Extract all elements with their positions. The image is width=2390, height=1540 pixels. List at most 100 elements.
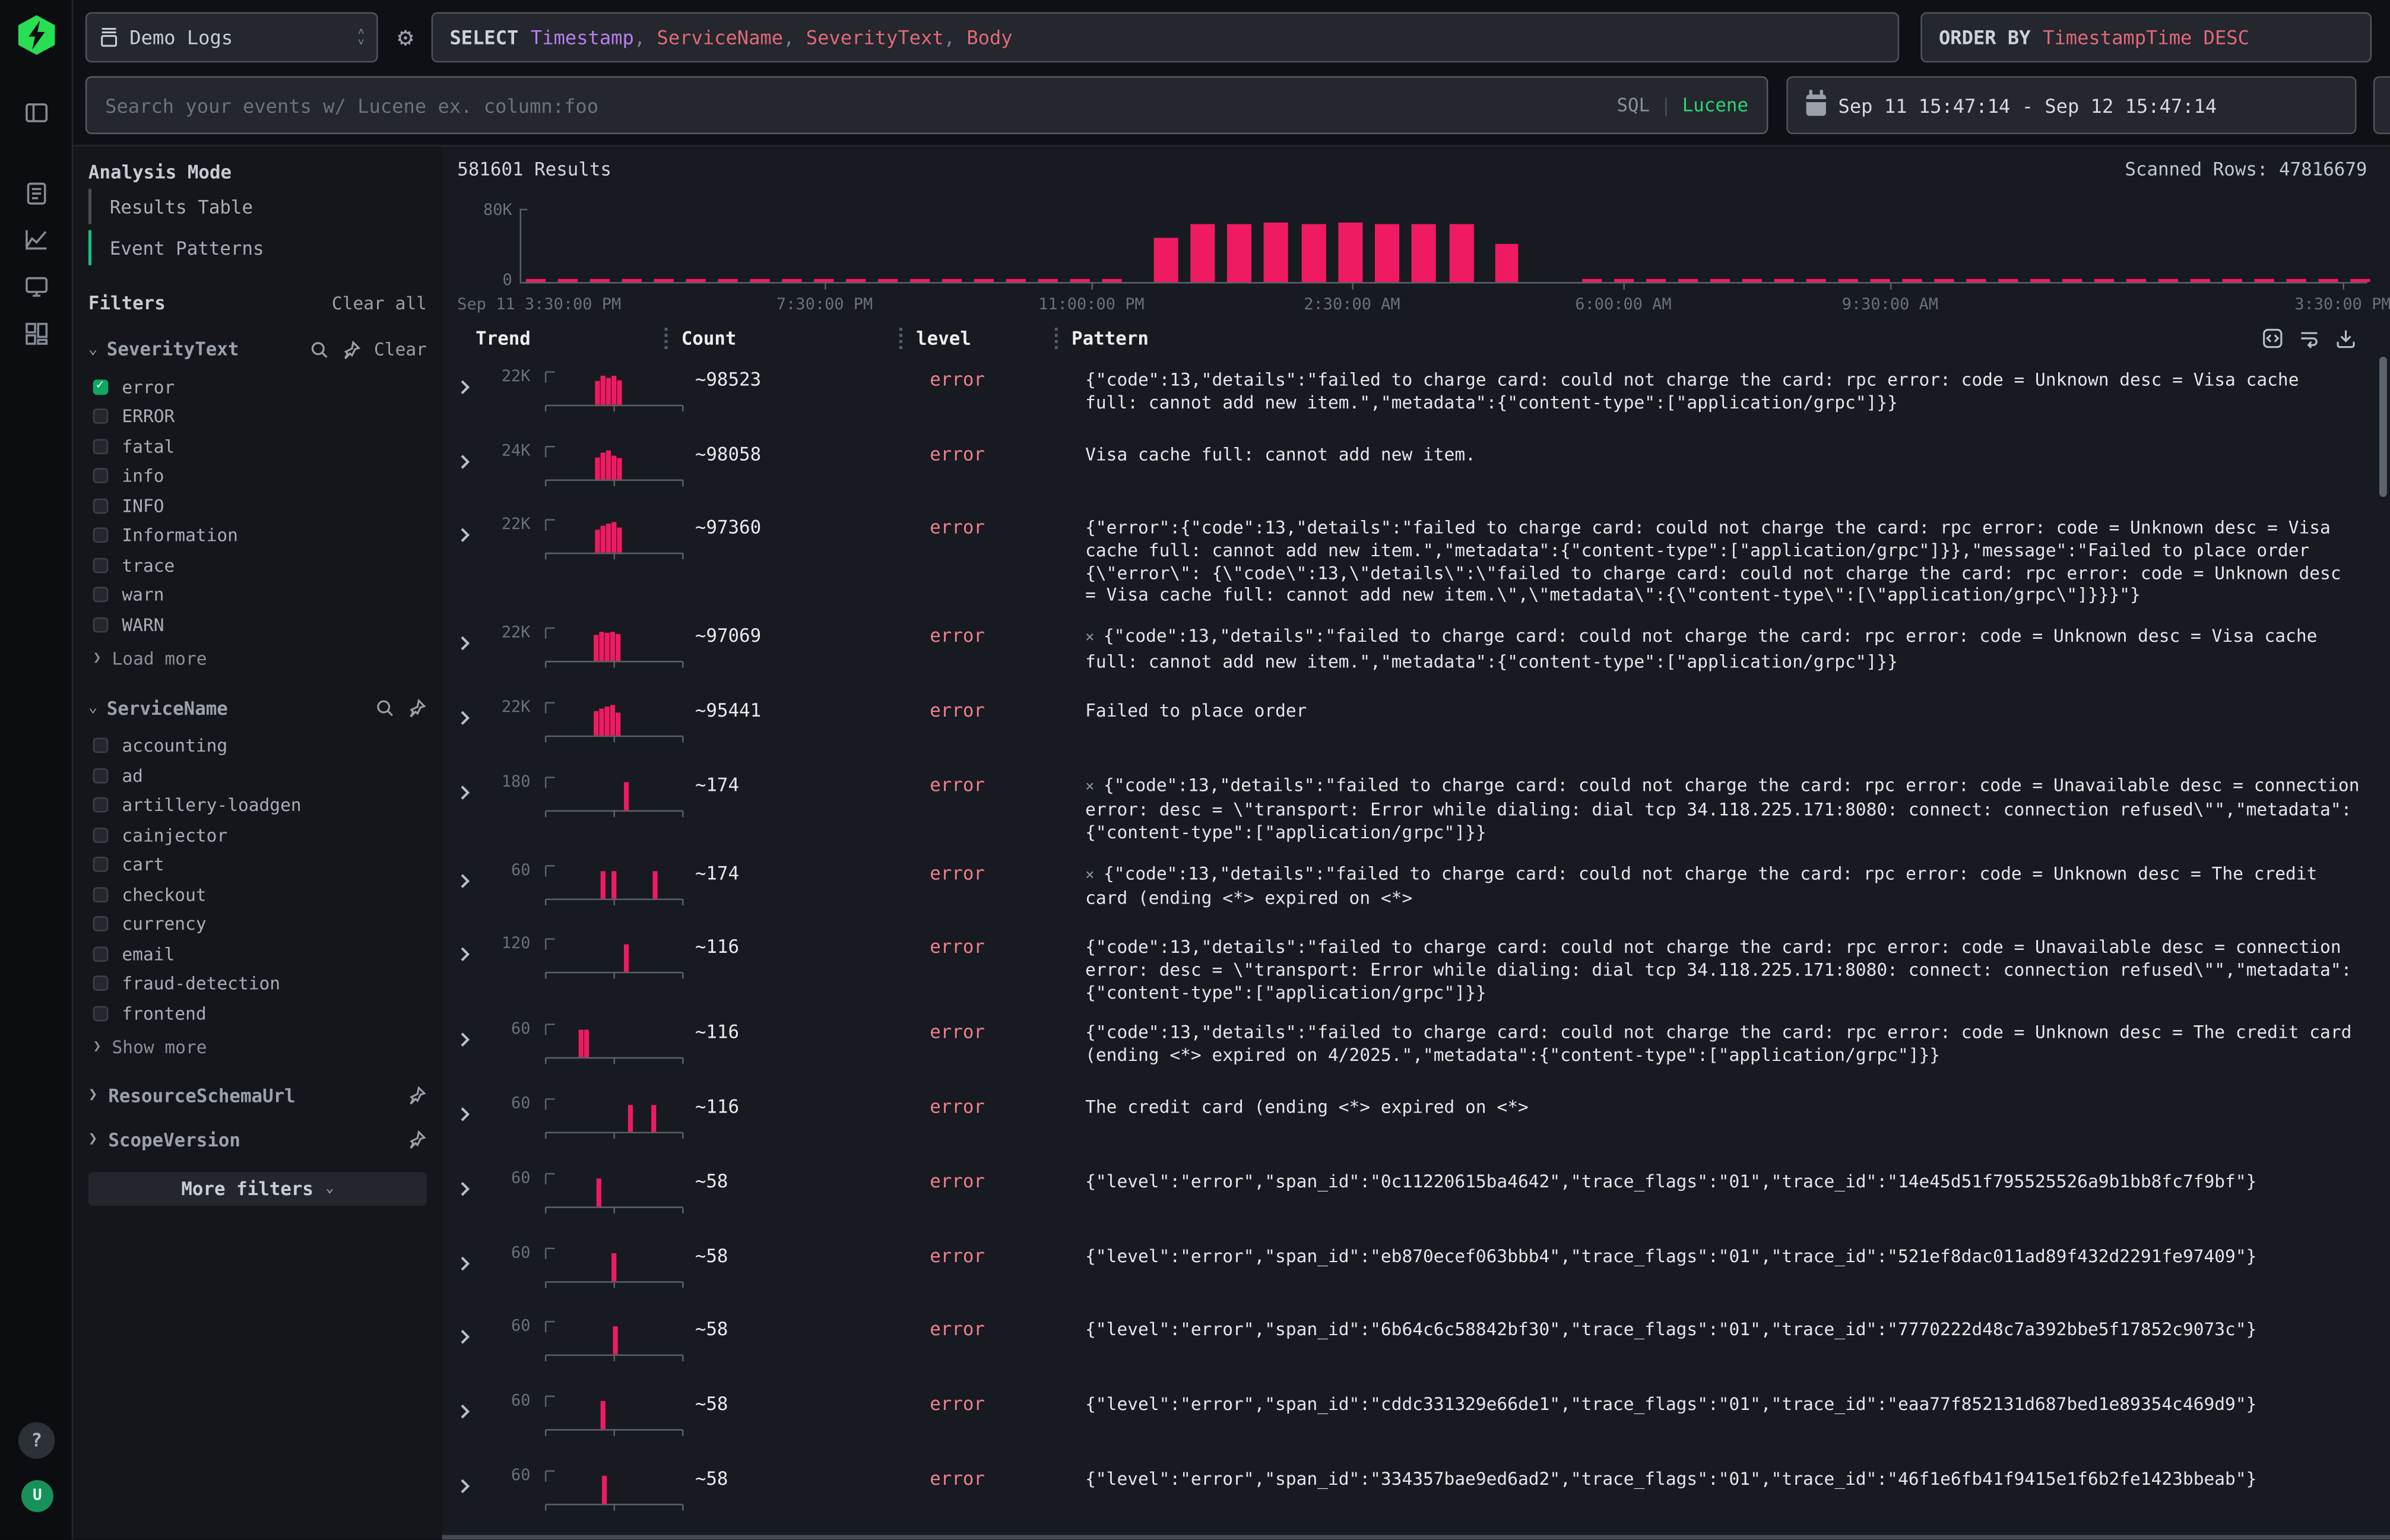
checkbox[interactable]: [93, 468, 109, 484]
checkbox[interactable]: [93, 409, 109, 424]
filter-option-email[interactable]: email: [88, 939, 427, 969]
checkbox-checked[interactable]: [93, 379, 109, 395]
table-row[interactable]: 60~58error{"level":"error","span_id":"eb…: [442, 1232, 2390, 1307]
load-more-button[interactable]: ❯Show more: [88, 1031, 427, 1061]
table-row[interactable]: 120~116error{"code":13,"details":"failed…: [442, 924, 2390, 1010]
filter-option-WARN[interactable]: WARN: [88, 610, 427, 639]
filter-option-fraud-detection[interactable]: fraud-detection: [88, 969, 427, 999]
table-row[interactable]: 22K~95441errorFailed to place order: [442, 687, 2390, 762]
checkbox[interactable]: [93, 976, 109, 991]
checkbox[interactable]: [93, 857, 109, 873]
clear-filter-button[interactable]: Clear: [374, 338, 427, 360]
source-select[interactable]: Demo Logs ˄˅: [85, 12, 378, 63]
monitor-icon[interactable]: [21, 271, 52, 302]
checkbox[interactable]: [93, 617, 109, 632]
filter-option-accounting[interactable]: accounting: [88, 731, 427, 761]
vertical-scrollbar[interactable]: [2379, 357, 2387, 497]
table-row[interactable]: 60~116error{"code":13,"details":"failed …: [442, 1010, 2390, 1084]
view-source-icon[interactable]: [2262, 328, 2283, 349]
row-expand-chevron[interactable]: [457, 628, 481, 657]
pin-icon[interactable]: [407, 698, 427, 718]
filter-option-error[interactable]: error: [88, 372, 427, 401]
orderby-input[interactable]: ORDER BY TimestampTime DESC: [1920, 12, 2372, 63]
help-button[interactable]: ?: [18, 1422, 55, 1459]
lucene-toggle[interactable]: Lucene: [1682, 94, 1748, 116]
checkbox[interactable]: [93, 587, 109, 603]
filter-option-ERROR[interactable]: ERROR: [88, 402, 427, 432]
download-icon[interactable]: [2335, 328, 2357, 349]
sidebar-panel-icon[interactable]: [21, 97, 52, 128]
table-row[interactable]: 22K~97069error×{"code":13,"details":"fai…: [442, 613, 2390, 687]
table-row[interactable]: 60~174error×{"code":13,"details":"failed…: [442, 850, 2390, 924]
filter-option-artillery-loadgen[interactable]: artillery-loadgen: [88, 790, 427, 820]
exclude-icon[interactable]: ×: [1085, 630, 1094, 647]
wrap-lines-icon[interactable]: [2299, 328, 2320, 349]
table-row[interactable]: 60~58error{"level":"error","span_id":"33…: [442, 1455, 2390, 1529]
checkbox[interactable]: [93, 738, 109, 753]
search-icon[interactable]: [310, 339, 329, 359]
checkbox[interactable]: [93, 557, 109, 573]
chart-icon[interactable]: [21, 224, 52, 254]
more-filters-button[interactable]: More filters⌄: [88, 1171, 427, 1205]
row-expand-chevron[interactable]: [457, 1396, 481, 1425]
table-row[interactable]: 60~58error{"level":"error","span_id":"cd…: [442, 1381, 2390, 1455]
filter-option-trace[interactable]: trace: [88, 550, 427, 580]
filter-option-currency[interactable]: currency: [88, 910, 427, 939]
pin-icon[interactable]: [407, 1130, 427, 1149]
row-expand-chevron[interactable]: [457, 446, 481, 476]
row-expand-chevron[interactable]: [457, 702, 481, 731]
filter-option-Information[interactable]: Information: [88, 521, 427, 550]
collapsed-group-scopeversion[interactable]: ❯ScopeVersion: [88, 1129, 427, 1150]
row-expand-chevron[interactable]: [457, 1025, 481, 1054]
filter-option-cart[interactable]: cart: [88, 850, 427, 879]
horizontal-scrollbar[interactable]: [442, 1535, 2390, 1540]
table-row[interactable]: 22K~97360error{"error":{"code":13,"detai…: [442, 505, 2390, 613]
row-expand-chevron[interactable]: [457, 521, 481, 550]
checkbox[interactable]: [93, 768, 109, 783]
table-row[interactable]: 180~174error×{"code":13,"details":"faile…: [442, 762, 2390, 850]
search-logs-icon[interactable]: [21, 178, 52, 208]
row-expand-chevron[interactable]: [457, 940, 481, 969]
filter-option-INFO[interactable]: INFO: [88, 491, 427, 521]
run-query-button[interactable]: ▷: [2373, 76, 2390, 134]
checkbox[interactable]: [93, 887, 109, 902]
filter-option-checkout[interactable]: checkout: [88, 880, 427, 910]
load-more-button[interactable]: ❯Load more: [88, 642, 427, 673]
checkbox[interactable]: [93, 797, 109, 813]
exclude-icon[interactable]: ×: [1085, 867, 1094, 883]
checkbox[interactable]: [93, 828, 109, 843]
column-resize-handle[interactable]: [899, 328, 902, 349]
filter-option-ad[interactable]: ad: [88, 761, 427, 790]
time-range-picker[interactable]: Sep 11 15:47:14 - Sep 12 15:47:14: [1786, 76, 2356, 134]
filter-option-cainjector[interactable]: cainjector: [88, 820, 427, 850]
filter-option-frontend[interactable]: frontend: [88, 999, 427, 1028]
select-query-input[interactable]: SELECT Timestamp, ServiceName, SeverityT…: [432, 12, 1900, 63]
filter-option-warn[interactable]: warn: [88, 580, 427, 610]
row-expand-chevron[interactable]: [457, 777, 481, 806]
row-expand-chevron[interactable]: [457, 866, 481, 895]
user-avatar[interactable]: U: [21, 1480, 53, 1512]
exclude-icon[interactable]: ×: [1085, 778, 1094, 795]
column-resize-handle[interactable]: [1055, 328, 1058, 349]
row-expand-chevron[interactable]: [457, 1248, 481, 1277]
table-row[interactable]: 22K~98523error{"code":13,"details":"fail…: [442, 357, 2390, 431]
search-input[interactable]: [105, 94, 1616, 117]
checkbox[interactable]: [93, 528, 109, 543]
app-logo-icon[interactable]: [15, 14, 58, 56]
row-expand-chevron[interactable]: [457, 1322, 481, 1351]
table-row[interactable]: 60~116errorThe credit card (ending <*> e…: [442, 1084, 2390, 1158]
table-row[interactable]: 60~58error{"level":"error","span_id":"6b…: [442, 1307, 2390, 1381]
checkbox[interactable]: [93, 1006, 109, 1021]
checkbox[interactable]: [93, 917, 109, 932]
clear-all-button[interactable]: Clear all: [332, 293, 427, 314]
sql-toggle[interactable]: SQL: [1617, 94, 1650, 116]
collapsed-group-resourceschemaurl[interactable]: ❯ResourceSchemaUrl: [88, 1085, 427, 1106]
column-resize-handle[interactable]: [664, 328, 667, 349]
checkbox[interactable]: [93, 946, 109, 962]
row-expand-chevron[interactable]: [457, 1099, 481, 1129]
search-icon[interactable]: [375, 698, 395, 718]
gear-icon[interactable]: ⚙: [390, 23, 420, 53]
analysis-mode-event-patterns[interactable]: Event Patterns: [88, 230, 427, 265]
row-expand-chevron[interactable]: [457, 1174, 481, 1203]
pin-icon[interactable]: [342, 339, 362, 359]
